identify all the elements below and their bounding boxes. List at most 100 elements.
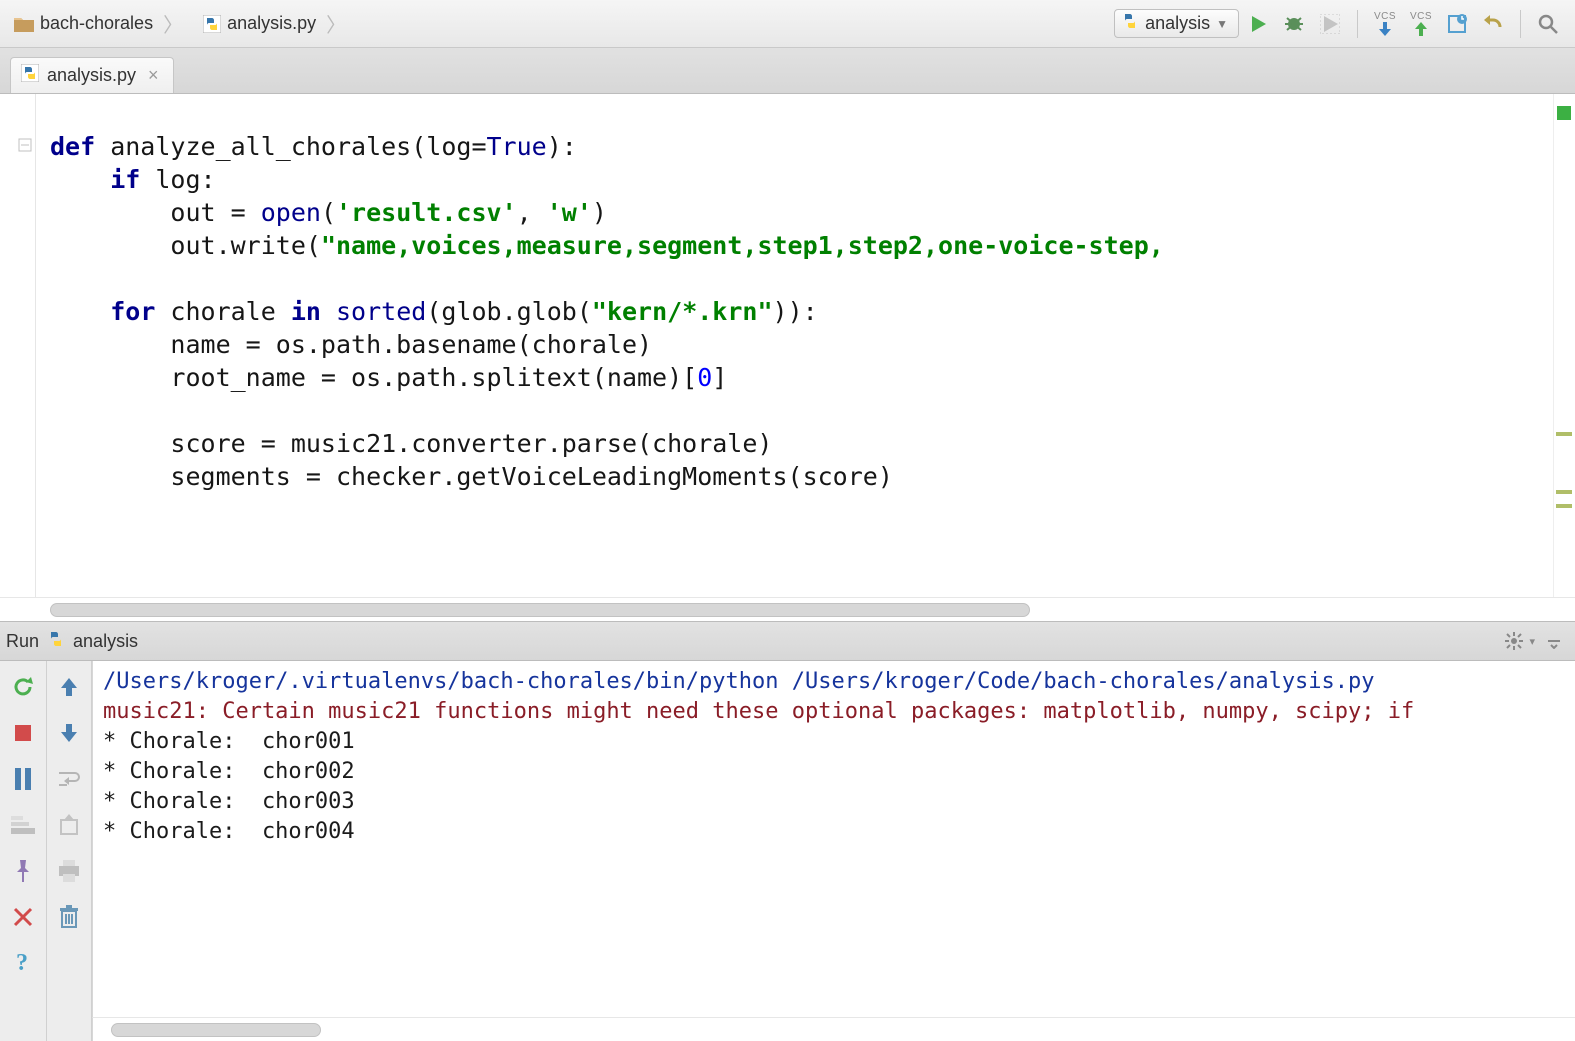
code-text: root_name = os.path.splitext(name)[ (50, 363, 697, 392)
python-icon (47, 630, 65, 653)
chevron-right-icon: 〉 (159, 9, 183, 38)
export-button[interactable] (55, 811, 83, 839)
code-builtin: sorted (321, 297, 426, 326)
search-button[interactable] (1535, 11, 1561, 37)
run-title-prefix: Run (6, 631, 39, 652)
editor-area: def analyze_all_chorales(log=True): if l… (0, 94, 1575, 597)
code-string: "kern/*.krn" (592, 297, 773, 326)
run-tool-window: ? /Users/kroger/.virtualenvs/bach-choral… (0, 661, 1575, 1041)
scroll-down-button[interactable] (55, 719, 83, 747)
code-text: ) (592, 198, 607, 227)
code-editor[interactable]: def analyze_all_chorales(log=True): if l… (36, 94, 1553, 597)
toolbar-separator (1357, 10, 1358, 38)
fold-toggle-icon[interactable] (18, 138, 32, 152)
code-text: out = (50, 198, 261, 227)
code-keyword: in (291, 297, 321, 326)
undo-button[interactable] (1480, 11, 1506, 37)
console-line: /Users/kroger/.virtualenvs/bach-chorales… (103, 669, 1375, 694)
rerun-button[interactable] (9, 673, 37, 701)
svg-text:?: ? (16, 950, 28, 976)
run-config-label: analysis (1145, 13, 1210, 34)
python-file-icon (21, 64, 39, 87)
code-text: )): (773, 297, 818, 326)
code-number: 0 (697, 363, 712, 392)
run-configuration-selector[interactable]: analysis ▼ (1114, 9, 1239, 38)
pin-tab-button[interactable] (9, 857, 37, 885)
code-text: (glob.glob( (426, 297, 592, 326)
editor-gutter[interactable] (0, 94, 36, 597)
print-button[interactable] (55, 857, 83, 885)
console-warning-line: music21: Certain music21 functions might… (103, 699, 1414, 724)
warning-marker[interactable] (1556, 490, 1572, 494)
warning-marker[interactable] (1556, 432, 1572, 436)
history-button[interactable] (1444, 11, 1470, 37)
code-text: name = os.path.basename(chorale) (50, 330, 652, 359)
console-line: * Chorale: chor001 (103, 729, 355, 754)
breadcrumb: bach-chorales 〉 analysis.py 〉 (6, 6, 1114, 41)
code-builtin: True (487, 132, 547, 161)
code-text: score = music21.converter.parse(chorale) (50, 429, 772, 458)
warning-marker[interactable] (1556, 504, 1572, 508)
code-string: 'w' (547, 198, 592, 227)
code-text: , (517, 198, 547, 227)
pause-button[interactable] (9, 765, 37, 793)
vcs-label: VCS (1374, 12, 1396, 22)
breadcrumb-file[interactable]: analysis.py 〉 (195, 6, 354, 41)
code-keyword: for (110, 297, 155, 326)
settings-gear-icon[interactable] (1503, 630, 1525, 652)
console-line: * Chorale: chor002 (103, 759, 355, 784)
tab-analysis[interactable]: analysis.py × (10, 57, 174, 93)
debug-button[interactable] (1281, 11, 1307, 37)
close-tab-button[interactable] (9, 903, 37, 931)
run-controls-column: ? (0, 661, 46, 1041)
console-horizontal-scrollbar[interactable] (92, 1017, 1575, 1041)
code-keyword: def (50, 132, 95, 161)
dump-threads-button[interactable] (9, 811, 37, 839)
navigation-bar: bach-chorales 〉 analysis.py 〉 analysis ▼ (0, 0, 1575, 48)
vcs-commit-button[interactable]: VCS (1408, 11, 1434, 37)
coverage-button[interactable] (1317, 11, 1343, 37)
editor-error-stripe[interactable] (1553, 94, 1575, 597)
editor-tabs: analysis.py × (0, 48, 1575, 94)
code-text: chorale (155, 297, 290, 326)
console-line: * Chorale: chor003 (103, 789, 355, 814)
code-string: "name,voices,measure,segment,step1,step2… (321, 231, 1164, 260)
analysis-ok-indicator (1557, 106, 1571, 120)
close-tab-button[interactable]: × (144, 65, 159, 86)
scrollbar-thumb[interactable] (50, 603, 1030, 617)
code-text: analyze_all_chorales(log= (95, 132, 486, 161)
breadcrumb-project[interactable]: bach-chorales 〉 (6, 6, 191, 41)
toolbar-separator (1520, 10, 1521, 38)
help-button[interactable]: ? (9, 949, 37, 977)
code-keyword: if (110, 165, 140, 194)
vcs-update-button[interactable]: VCS (1372, 11, 1398, 37)
run-button[interactable] (1245, 11, 1271, 37)
breadcrumb-project-label: bach-chorales (40, 13, 153, 34)
run-title-name: analysis (73, 631, 138, 652)
scrollbar-thumb[interactable] (111, 1023, 321, 1037)
code-text: log: (140, 165, 215, 194)
code-string: 'result.csv' (336, 198, 517, 227)
tab-label: analysis.py (47, 65, 136, 86)
code-text: out.write( (50, 231, 321, 260)
console-controls-column (46, 661, 92, 1041)
folder-icon (14, 16, 34, 32)
run-tool-window-header[interactable]: Run analysis ▾ (0, 621, 1575, 661)
hide-panel-button[interactable] (1543, 630, 1565, 652)
code-text: ): (547, 132, 577, 161)
python-icon (1121, 12, 1139, 35)
chevron-right-icon: 〉 (322, 9, 346, 38)
soft-wrap-button[interactable] (55, 765, 83, 793)
editor-horizontal-scrollbar[interactable] (0, 597, 1575, 621)
code-text: ( (321, 198, 336, 227)
code-text: segments = checker.getVoiceLeadingMoment… (50, 462, 893, 491)
toolbar: VCS VCS (1245, 10, 1569, 38)
clear-all-button[interactable] (55, 903, 83, 931)
code-text: ] (712, 363, 727, 392)
scroll-up-button[interactable] (55, 673, 83, 701)
python-file-icon (203, 15, 221, 33)
code-builtin: open (261, 198, 321, 227)
console-output[interactable]: /Users/kroger/.virtualenvs/bach-chorales… (92, 661, 1575, 1017)
breadcrumb-file-label: analysis.py (227, 13, 316, 34)
stop-button[interactable] (9, 719, 37, 747)
